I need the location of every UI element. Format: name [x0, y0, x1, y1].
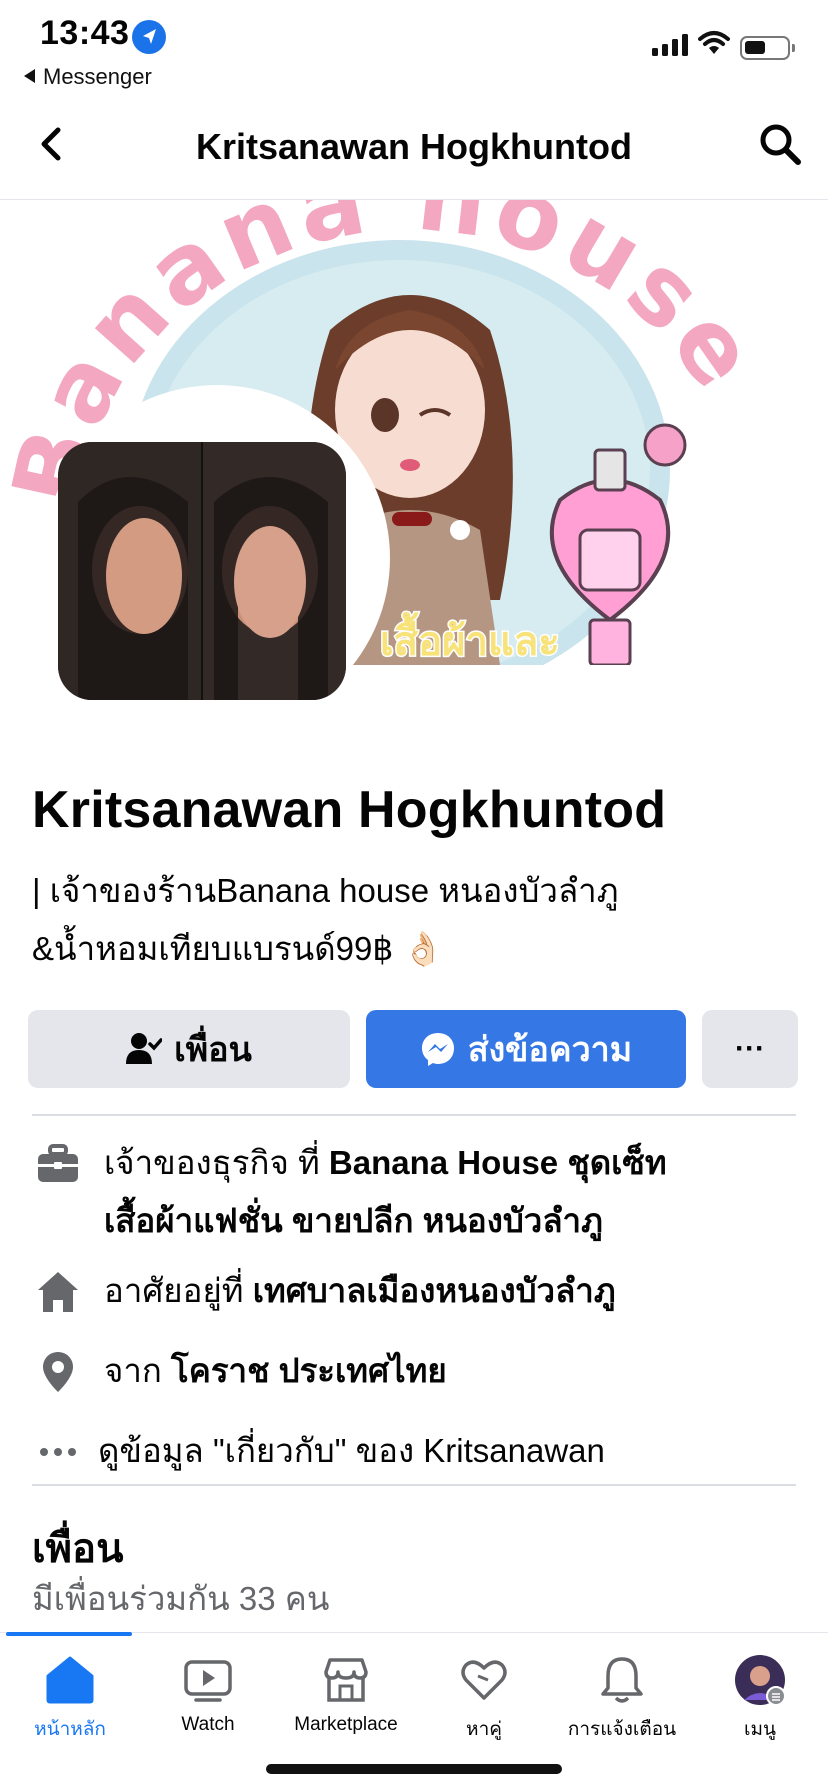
friends-button-label: เพื่อน — [174, 1031, 252, 1069]
tab-dating-label: หาคู่ — [466, 1719, 502, 1740]
back-triangle-icon — [24, 69, 35, 83]
detail-lives: อาศัยอยู่ที่ เทศบาลเมืองหนองบัวลำภู — [32, 1262, 796, 1322]
lives-place[interactable]: เทศบาลเมืองหนองบัวลำภู — [253, 1272, 616, 1309]
divider — [32, 1484, 796, 1486]
detail-from: จาก โคราช ประเทศไทย — [32, 1342, 796, 1402]
from-place[interactable]: โคราช ประเทศไทย — [171, 1352, 447, 1389]
about-link-label: ดูข้อมูล "เกี่ยวกับ" ของ Kritsanawan — [98, 1432, 605, 1469]
location-arrow-icon — [132, 20, 166, 54]
lives-prefix: อาศัยอยู่ที่ — [104, 1272, 253, 1309]
briefcase-icon — [38, 1144, 78, 1182]
marketplace-icon — [324, 1658, 368, 1702]
send-message-button[interactable]: ส่งข้อความ — [366, 1010, 686, 1088]
location-pin-icon — [43, 1352, 73, 1392]
profile-name: Kritsanawan Hogkhuntod — [32, 781, 667, 839]
active-tab-indicator — [6, 1632, 132, 1636]
friends-button[interactable]: เพื่อน — [28, 1010, 350, 1088]
tab-home-label: หน้าหลัก — [34, 1719, 106, 1740]
header-title: Kritsanawan Hogkhuntod — [195, 126, 632, 167]
search-icon[interactable] — [758, 122, 802, 166]
messenger-icon — [421, 1033, 454, 1066]
tab-marketplace[interactable]: Marketplace — [276, 1654, 416, 1736]
work-prefix: เจ้าของธุรกิจ ที่ — [104, 1144, 329, 1181]
profile-picture[interactable] — [58, 442, 346, 700]
battery-icon — [740, 36, 795, 60]
send-message-label: ส่งข้อความ — [467, 1031, 633, 1069]
profile-bio-line2: &น้ำหอมเทียบแบรนด์99฿ 👌🏻 — [32, 930, 444, 967]
wifi-icon — [698, 31, 730, 54]
dating-icon — [461, 1660, 507, 1700]
bell-icon — [601, 1657, 643, 1703]
back-app-label: Messenger — [43, 64, 152, 89]
tab-menu[interactable]: เมนู — [690, 1654, 828, 1744]
profile-header: Kritsanawan Hogkhuntod — [0, 96, 828, 200]
from-prefix: จาก — [104, 1352, 172, 1389]
status-bar: 13:43 Messenger — [0, 0, 828, 96]
work-place-line2[interactable]: เสื้อผ้าแฟชั่น ขายปลีก หนองบัวลำภู — [104, 1202, 603, 1239]
status-time: 13:43 — [40, 14, 130, 52]
see-about-info-link[interactable]: ดูข้อมูล "เกี่ยวกับ" ของ Kritsanawan — [32, 1422, 796, 1482]
more-options-button[interactable]: ··· — [702, 1010, 798, 1088]
tab-home[interactable]: หน้าหลัก — [0, 1654, 140, 1744]
menu-avatar-icon — [735, 1655, 786, 1706]
tab-marketplace-label: Marketplace — [294, 1714, 398, 1735]
friend-check-icon — [126, 1033, 163, 1064]
mutual-friends-count[interactable]: มีเพื่อนร่วมกัน 33 คน — [32, 1572, 329, 1625]
signal-icon — [652, 34, 688, 56]
tab-notifications-label: การแจ้งเตือน — [567, 1719, 677, 1740]
divider — [32, 1114, 796, 1116]
home-icon — [46, 1656, 94, 1704]
tab-watch-label: Watch — [181, 1714, 235, 1735]
work-place-line1[interactable]: Banana House ชุดเซ็ท — [329, 1144, 667, 1181]
tab-menu-label: เมนู — [743, 1719, 776, 1740]
watch-icon — [184, 1660, 232, 1702]
home-icon — [38, 1272, 78, 1312]
cover-subtitle-text: เสื้อผ้าและ — [380, 612, 560, 665]
detail-work: เจ้าของธุรกิจ ที่ Banana House ชุดเซ็ท เ… — [32, 1134, 796, 1254]
tab-watch[interactable]: Watch — [138, 1654, 278, 1736]
tab-dating[interactable]: หาคู่ — [414, 1654, 554, 1744]
friends-heading: เพื่อน — [32, 1527, 124, 1571]
back-to-app-link[interactable]: Messenger — [24, 64, 152, 90]
tab-notifications[interactable]: การแจ้งเตือน — [552, 1654, 692, 1744]
home-indicator — [266, 1764, 562, 1774]
more-dots-icon — [40, 1448, 76, 1456]
more-dots-icon: ··· — [735, 1032, 765, 1065]
profile-bio-line1: | เจ้าของร้านBanana house หนองบัวลำภู — [32, 872, 619, 909]
